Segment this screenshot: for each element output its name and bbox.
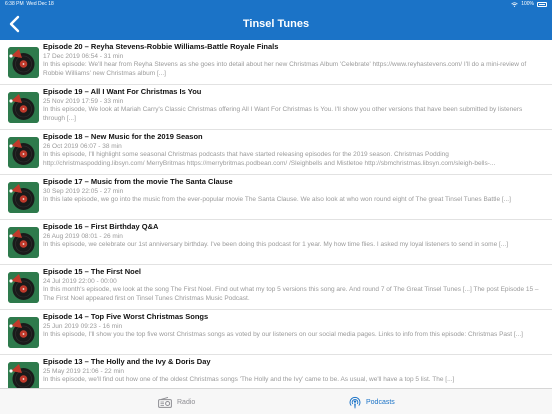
status-bar: 6:38 PM Wed Dec 18 100% xyxy=(0,0,552,8)
episode-description: In this episode, we'll find out how one … xyxy=(43,376,455,383)
episode-row[interactable]: Episode 14 – Top Five Worst Christmas So… xyxy=(0,310,552,355)
episode-meta: 17 Dec 2019 06:54 - 31 min xyxy=(43,53,124,60)
episode-artwork xyxy=(8,92,39,123)
page-title: Tinsel Tunes xyxy=(242,18,310,30)
wifi-icon xyxy=(511,1,518,7)
episode-artwork xyxy=(8,227,39,258)
episode-meta: 26 Oct 2019 06:07 - 38 min xyxy=(43,143,122,150)
episode-title: Episode 14 – Top Five Worst Christmas So… xyxy=(43,312,209,321)
episode-row[interactable]: Episode 18 – New Music for the 2019 Seas… xyxy=(0,130,552,175)
vinyl-record-icon xyxy=(8,47,39,78)
episode-artwork xyxy=(8,317,39,348)
episode-description: In this episode, I'll show you the top f… xyxy=(43,331,523,338)
vinyl-record-icon xyxy=(8,92,39,123)
radio-icon xyxy=(158,396,172,408)
podcast-icon xyxy=(349,396,361,408)
episode-meta: 30 Sep 2019 22:05 - 27 min xyxy=(43,188,124,195)
tab-bar: Radio Podcasts xyxy=(0,388,552,414)
tab-radio-label: Radio xyxy=(177,398,196,406)
tab-podcasts-label: Podcasts xyxy=(366,398,395,406)
episode-meta: 24 Jul 2019 22:00 - 00:00 xyxy=(43,278,117,285)
episode-description: In this episode, We look at Mariah Carry… xyxy=(43,106,523,122)
status-time: 6:38 PM xyxy=(5,1,24,7)
vinyl-record-icon xyxy=(8,272,39,303)
episode-title: Episode 18 – New Music for the 2019 Seas… xyxy=(43,132,203,141)
episode-artwork xyxy=(8,137,39,168)
episode-title: Episode 15 – The First Noel xyxy=(43,267,141,276)
episode-title: Episode 13 – The Holly and the Ivy & Dor… xyxy=(43,357,211,366)
episode-row[interactable]: Episode 19 – All I Want For Christmas Is… xyxy=(0,85,552,130)
episode-description: In this episode, I'll highlight some sea… xyxy=(43,151,496,167)
episode-meta: 25 Nov 2019 17:59 - 33 min xyxy=(43,98,124,105)
episode-row[interactable]: Episode 20 – Reyha Stevens-Robbie Willia… xyxy=(0,40,552,85)
battery-percent: 100% xyxy=(521,1,534,7)
episode-title: Episode 19 – All I Want For Christmas Is… xyxy=(43,87,202,96)
episode-row[interactable]: Episode 16 – First Birthday Q&A 26 Aug 2… xyxy=(0,220,552,265)
vinyl-record-icon xyxy=(8,317,39,348)
vinyl-record-icon xyxy=(8,182,39,213)
episode-title: Episode 16 – First Birthday Q&A xyxy=(43,222,159,231)
battery-icon xyxy=(537,1,547,7)
episode-row[interactable]: Episode 13 – The Holly and the Ivy & Dor… xyxy=(0,355,552,388)
episode-artwork xyxy=(8,182,39,213)
tab-radio[interactable]: Radio xyxy=(158,389,195,414)
episode-meta: 26 Aug 2019 08:01 - 26 min xyxy=(43,233,123,240)
vinyl-record-icon xyxy=(8,362,39,388)
vinyl-record-icon xyxy=(8,227,39,258)
status-date: Wed Dec 18 xyxy=(26,1,54,7)
episode-row[interactable]: Episode 15 – The First Noel 24 Jul 2019 … xyxy=(0,265,552,310)
episode-artwork xyxy=(8,362,39,388)
navigation-bar: Tinsel Tunes xyxy=(0,8,552,40)
episode-title: Episode 17 – Music from the movie The Sa… xyxy=(43,177,233,186)
status-indicators: 100% xyxy=(511,0,547,8)
tab-podcasts[interactable]: Podcasts xyxy=(349,389,395,414)
episode-artwork xyxy=(8,47,39,78)
episode-list[interactable]: Episode 20 – Reyha Stevens-Robbie Willia… xyxy=(0,40,552,388)
episode-artwork xyxy=(8,272,39,303)
episode-meta: 25 May 2019 21:06 - 22 min xyxy=(43,368,124,375)
episode-description: In this late episode, we go into the mus… xyxy=(43,196,511,203)
episode-title: Episode 20 – Reyha Stevens-Robbie Willia… xyxy=(43,42,279,51)
status-time-date: 6:38 PM Wed Dec 18 xyxy=(5,0,54,8)
episode-meta: 25 Jun 2019 09:23 - 16 min xyxy=(43,323,123,330)
vinyl-record-icon xyxy=(8,137,39,168)
episode-description: In this month's episode, we look at the … xyxy=(43,286,539,302)
episode-row[interactable]: Episode 17 – Music from the movie The Sa… xyxy=(0,175,552,220)
episode-description: In this episode: We'll hear from Reyha S… xyxy=(43,61,527,77)
episode-description: In this episode, we celebrate our 1st an… xyxy=(43,241,509,248)
